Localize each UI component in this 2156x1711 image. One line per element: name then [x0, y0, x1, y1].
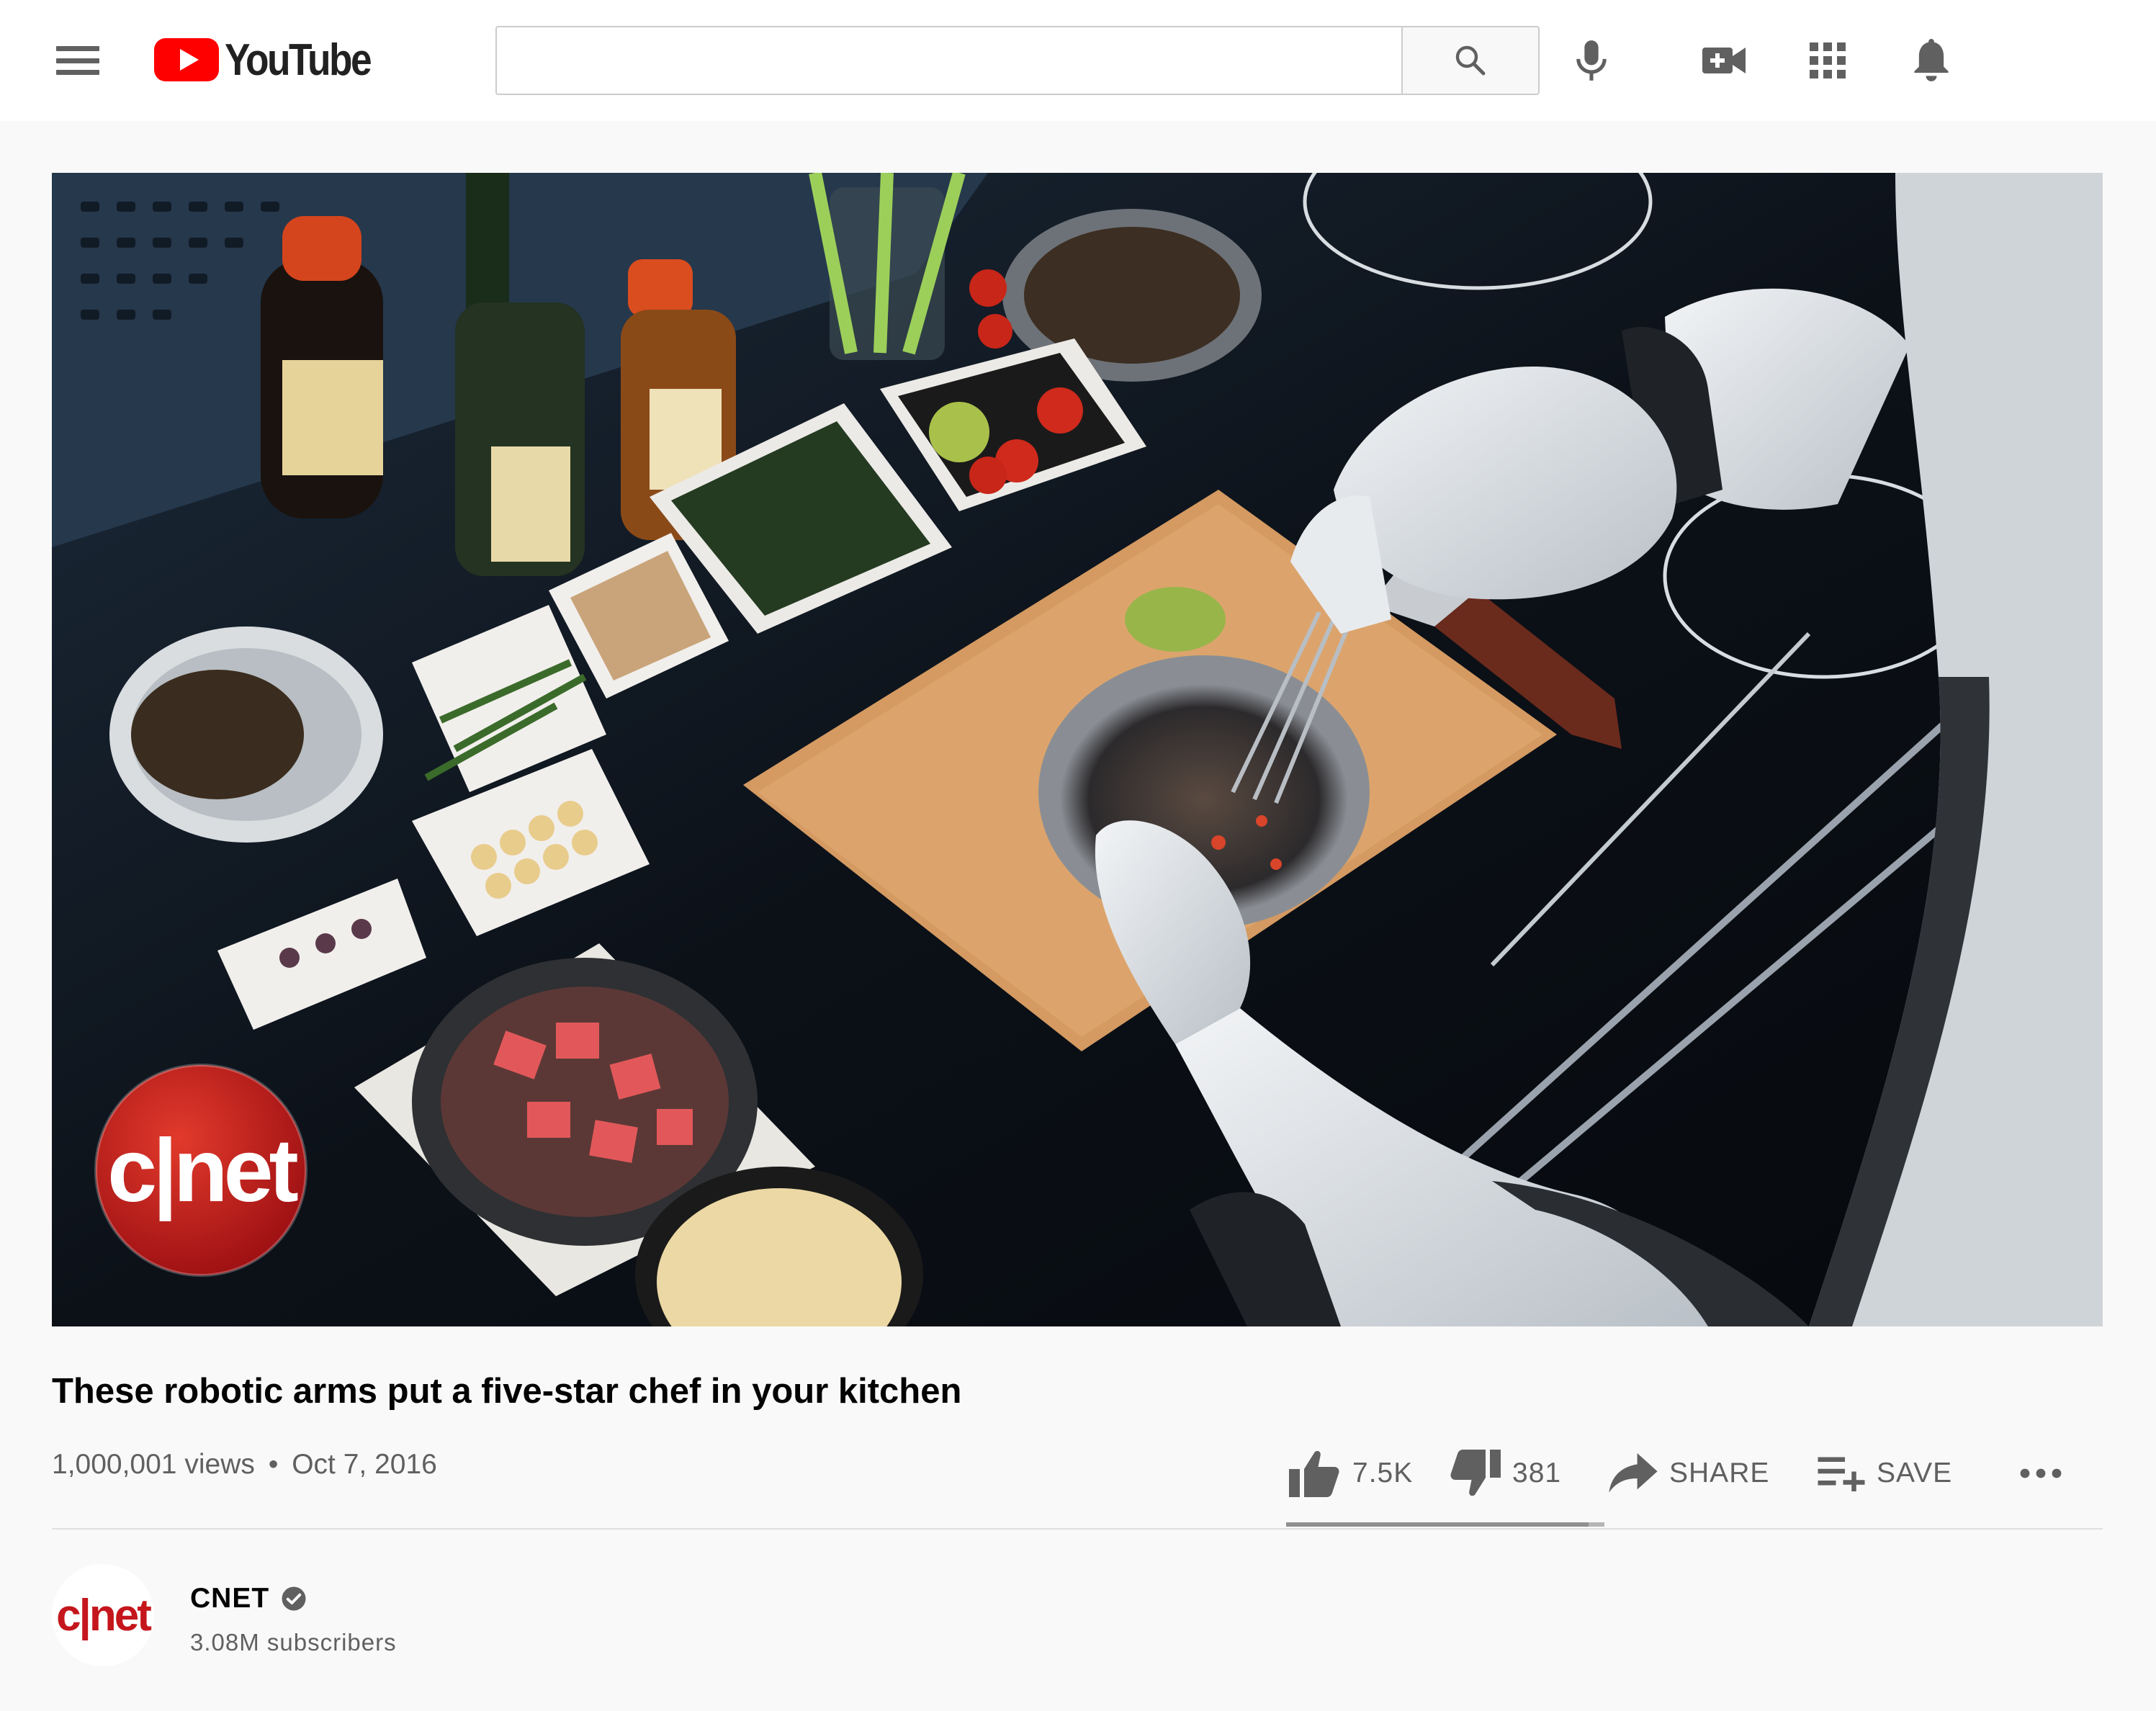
save-label: SAVE	[1877, 1458, 1953, 1488]
share-button[interactable]: SHARE	[1609, 1439, 1818, 1508]
search-icon	[1455, 45, 1486, 76]
apps-grid-icon	[1810, 42, 1846, 78]
share-arrow-icon	[1609, 1453, 1658, 1493]
sentiment-bar	[1286, 1522, 1604, 1527]
upload-date: Oct 7, 2016	[292, 1449, 437, 1480]
cnet-avatar-logo: c|net	[52, 1564, 154, 1666]
info-divider	[52, 1528, 2103, 1530]
view-count: 1,000,001 views	[52, 1449, 255, 1480]
meta-separator: •	[268, 1449, 279, 1480]
like-button[interactable]: 7.5K	[1289, 1439, 1449, 1508]
thumbs-up-icon	[1289, 1450, 1339, 1497]
video-create-icon	[1702, 48, 1746, 73]
like-count: 7.5K	[1352, 1458, 1414, 1488]
sentiment-bar-like-fill	[1286, 1522, 1589, 1527]
dislike-count: 381	[1512, 1458, 1562, 1488]
channel-name[interactable]: CNET	[190, 1583, 269, 1615]
search-box	[495, 26, 1403, 95]
channel-name-row[interactable]: CNET	[190, 1583, 307, 1615]
video-player[interactable]: c|net	[52, 173, 2103, 1326]
svg-text:c|net: c|net	[107, 1121, 297, 1221]
video-actions: 7.5K 381 SHARE SAVE	[1289, 1439, 2070, 1508]
notifications-button[interactable]	[1900, 29, 1963, 92]
cnet-watermark-logo: c|net	[94, 1064, 307, 1277]
bell-icon	[1914, 39, 1949, 81]
youtube-play-logo-icon	[154, 38, 219, 81]
youtube-logo[interactable]: YouTube	[154, 35, 394, 85]
more-actions-button[interactable]	[2012, 1439, 2070, 1508]
video-meta: 1,000,001 views • Oct 7, 2016	[52, 1449, 437, 1481]
thumbs-down-icon	[1450, 1450, 1501, 1496]
playlist-add-icon	[1818, 1457, 1865, 1491]
video-title: These robotic arms put a five-star chef …	[52, 1372, 962, 1411]
voice-search-button[interactable]	[1560, 29, 1623, 92]
channel-avatar[interactable]: c|net	[52, 1564, 154, 1666]
logo-text: YouTube	[225, 35, 372, 85]
masthead: YouTube	[0, 0, 2156, 121]
create-video-button[interactable]	[1692, 29, 1756, 92]
dislike-button[interactable]: 381	[1449, 1439, 1609, 1508]
mic-icon	[1576, 40, 1607, 81]
video-frame-robot-kitchen: c|net	[52, 173, 2103, 1326]
share-label: SHARE	[1669, 1458, 1770, 1488]
apps-button[interactable]	[1796, 29, 1859, 92]
save-button[interactable]: SAVE	[1818, 1439, 2012, 1508]
svg-text:c|net: c|net	[56, 1591, 151, 1641]
verified-badge-icon	[282, 1586, 306, 1611]
menu-icon[interactable]	[50, 36, 105, 85]
search-button[interactable]	[1401, 26, 1540, 95]
more-horizontal-icon	[2020, 1468, 2062, 1478]
subscriber-count: 3.08M subscribers	[190, 1629, 397, 1656]
search-input[interactable]	[497, 27, 1403, 94]
